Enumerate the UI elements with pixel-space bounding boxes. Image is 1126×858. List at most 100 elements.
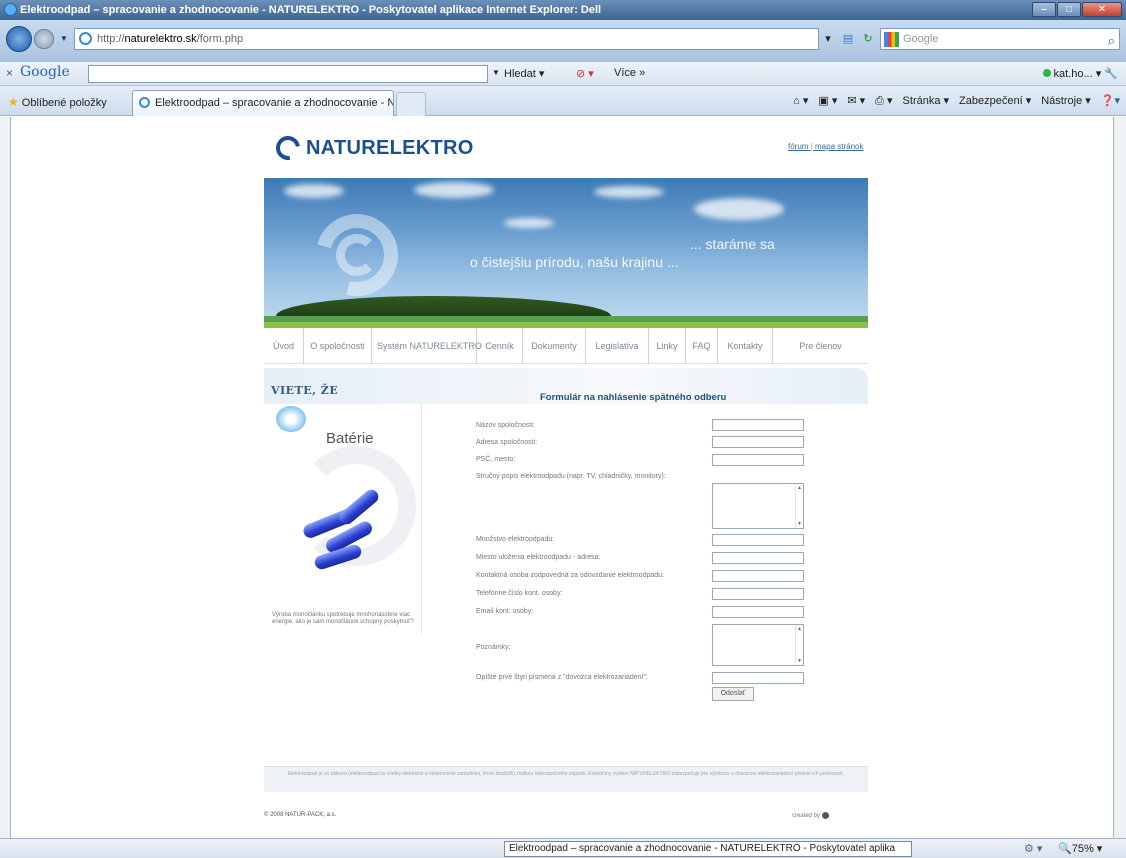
close-button[interactable]: ✕ xyxy=(1082,2,1122,17)
textarea-scrollbar[interactable] xyxy=(795,484,803,528)
address-dropdown-icon[interactable]: ▾ xyxy=(820,31,836,47)
cmd-page[interactable]: Stránka ▾ xyxy=(903,94,950,108)
back-button[interactable] xyxy=(6,26,32,52)
print-icon[interactable]: ⎙ ▾ xyxy=(875,94,892,108)
phone-field[interactable] xyxy=(712,588,804,600)
google-search-button[interactable]: Hledat ▾ xyxy=(504,67,544,80)
menu-item-o-spolocnosti[interactable]: O spoločnosti xyxy=(304,322,372,364)
compatibility-icon[interactable]: ▤ xyxy=(840,31,856,47)
close-toolbar-icon[interactable]: × xyxy=(6,66,13,80)
waste-description-field[interactable] xyxy=(712,483,804,529)
cmd-tools[interactable]: Nástroje ▾ xyxy=(1041,94,1091,108)
forum-link[interactable]: fórum xyxy=(788,142,808,151)
tab-bar: ★ Oblíbené položky Elektroodpad – spracov… xyxy=(0,86,1126,116)
did-you-know-sidebar: Batérie Výroba monočlánku spotrebuje mno… xyxy=(264,404,422,634)
mail-icon[interactable]: ✉ ▾ xyxy=(847,94,865,108)
url-prefix: http:// xyxy=(97,33,125,45)
sidebar-heading: VIETE, ŽE xyxy=(271,384,339,397)
company-name-field[interactable] xyxy=(712,419,804,431)
minimize-button[interactable]: – xyxy=(1032,2,1056,17)
textarea-scrollbar[interactable] xyxy=(795,625,803,665)
zip-city-field[interactable] xyxy=(712,454,804,466)
quantity-field[interactable] xyxy=(712,534,804,546)
author-logo-icon xyxy=(821,812,829,819)
naturelektro-logo-icon xyxy=(271,131,305,165)
storage-address-field[interactable] xyxy=(712,552,804,564)
zoom-control[interactable]: 🔍75% ▾ xyxy=(1058,842,1102,855)
menu-item-linky[interactable]: Linky xyxy=(649,322,686,364)
site-logo[interactable]: NATURELEKTRO xyxy=(271,131,474,165)
menu-item-uvod[interactable]: Úvod xyxy=(264,322,304,364)
submit-button[interactable]: Odoslať xyxy=(712,687,754,701)
swirl-graphic xyxy=(336,234,378,276)
menu-item-dokumenty[interactable]: Dokumenty xyxy=(523,322,586,364)
ie-icon xyxy=(4,3,17,16)
menu-item-cennik[interactable]: Cenník xyxy=(477,322,523,364)
search-placeholder: Google xyxy=(903,33,939,45)
sitemap-link[interactable]: mapa stránok xyxy=(815,142,863,151)
cmd-security[interactable]: Zabezpečení ▾ xyxy=(959,94,1031,108)
email-field[interactable] xyxy=(712,606,804,618)
feeds-icon[interactable]: ▣ ▾ xyxy=(818,94,837,108)
history-dropdown-icon[interactable]: ▼ xyxy=(60,34,68,43)
menu-item-pre-clenov[interactable]: Pre členov xyxy=(773,322,868,364)
menu-item-legislativa[interactable]: Legislatíva xyxy=(586,322,649,364)
captcha-field[interactable] xyxy=(712,672,804,684)
cloud-shape xyxy=(284,184,344,198)
chevron-down-icon[interactable]: ▼ xyxy=(492,68,500,77)
window-controls: – □ ✕ xyxy=(1032,2,1122,17)
menu-item-kontakty[interactable]: Kontakty xyxy=(718,322,773,364)
right-margin xyxy=(1114,117,1126,838)
magnifier-icon[interactable]: ⌕ xyxy=(1108,31,1115,51)
maximize-button[interactable]: □ xyxy=(1057,2,1081,17)
tab-title: Elektroodpad – spracovanie a zhodnocovan… xyxy=(155,97,394,109)
cloud-shape xyxy=(694,198,784,220)
footer-text: Elektroodpad je zo zákona (elektroodpad … xyxy=(264,766,868,792)
star-icon: ★ xyxy=(8,95,19,109)
menu-item-system[interactable]: Systém NATURELEKTRO xyxy=(372,322,482,364)
sidebar-text: Výroba monočlánku spotrebuje mnohonásobn… xyxy=(272,612,414,625)
cloud-shape xyxy=(504,218,554,228)
top-links: fórum | mapa stránok xyxy=(788,142,864,151)
status-bar: Elektroodpad – spracovanie a zhodnocovan… xyxy=(0,838,1126,858)
address-bar-area: ▼ http://naturelektro.sk/form.php ▾ ▤ ↻ … xyxy=(0,20,1126,62)
status-text: Elektroodpad – spracovanie a zhodnocovan… xyxy=(504,841,912,857)
company-address-field[interactable] xyxy=(712,436,804,448)
command-bar: ⌂ ▾ ▣ ▾ ✉ ▾ ⎙ ▾ Stránka ▾ Zabezpečení ▾ … xyxy=(793,94,1120,108)
hero-banner: o čistejšiu prírodu, našu krajinu ... ..… xyxy=(264,178,868,322)
copyright: © 2008 NATUR-PACK, a.s. xyxy=(264,812,337,818)
forward-button[interactable] xyxy=(34,29,54,49)
form-title: Formulár na nahlásenie spätného odberu xyxy=(540,392,727,403)
window-title-bar: Elektroodpad – spracovanie a zhodnocovan… xyxy=(0,0,1126,20)
popup-blocker-icon[interactable]: ⊘ ▾ xyxy=(576,67,594,80)
sidebar-topic: Batérie xyxy=(326,430,374,447)
page-icon xyxy=(79,32,92,45)
search-input[interactable]: Google ⌕ xyxy=(880,28,1120,50)
menu-item-faq[interactable]: FAQ xyxy=(686,322,718,364)
google-toolbar-search-input[interactable] xyxy=(88,65,488,83)
tab-active[interactable]: Elektroodpad – spracovanie a zhodnocovan… xyxy=(132,90,394,116)
site-logo-text: NATURELEKTRO xyxy=(306,136,474,159)
more-button[interactable]: Více » xyxy=(614,67,645,79)
content-area: VIETE, ŽE Batérie Výroba monočlánku spot… xyxy=(264,368,868,728)
left-margin xyxy=(0,117,10,838)
notes-field[interactable] xyxy=(712,624,804,666)
home-icon[interactable]: ⌂ ▾ xyxy=(793,94,808,108)
cloud-shape xyxy=(594,186,664,198)
security-zone-icon[interactable]: ⚙ ▾ xyxy=(1024,842,1042,855)
banner-slogan-right: ... staráme sa xyxy=(690,236,775,252)
favorites-button[interactable]: ★ Oblíbené položky xyxy=(8,95,107,109)
main-menu: Úvod O spoločnosti Systém NATURELEKTRO C… xyxy=(264,322,868,364)
lightbulb-icon xyxy=(276,406,306,432)
url-path: /form.php xyxy=(196,33,244,45)
new-tab-button[interactable] xyxy=(396,92,426,116)
account-menu[interactable]: kat.ho... ▾ 🔧 xyxy=(1042,67,1118,80)
contact-person-field[interactable] xyxy=(712,570,804,582)
page-icon xyxy=(139,97,150,108)
created-by[interactable]: created by xyxy=(792,812,829,819)
url-host: naturelektro.sk xyxy=(124,33,197,45)
url-input[interactable]: http://naturelektro.sk/form.php xyxy=(74,28,819,50)
help-icon[interactable]: ❓▾ xyxy=(1101,94,1120,108)
refresh-icon[interactable]: ↻ xyxy=(860,31,876,47)
status-dot-icon xyxy=(1042,69,1051,77)
